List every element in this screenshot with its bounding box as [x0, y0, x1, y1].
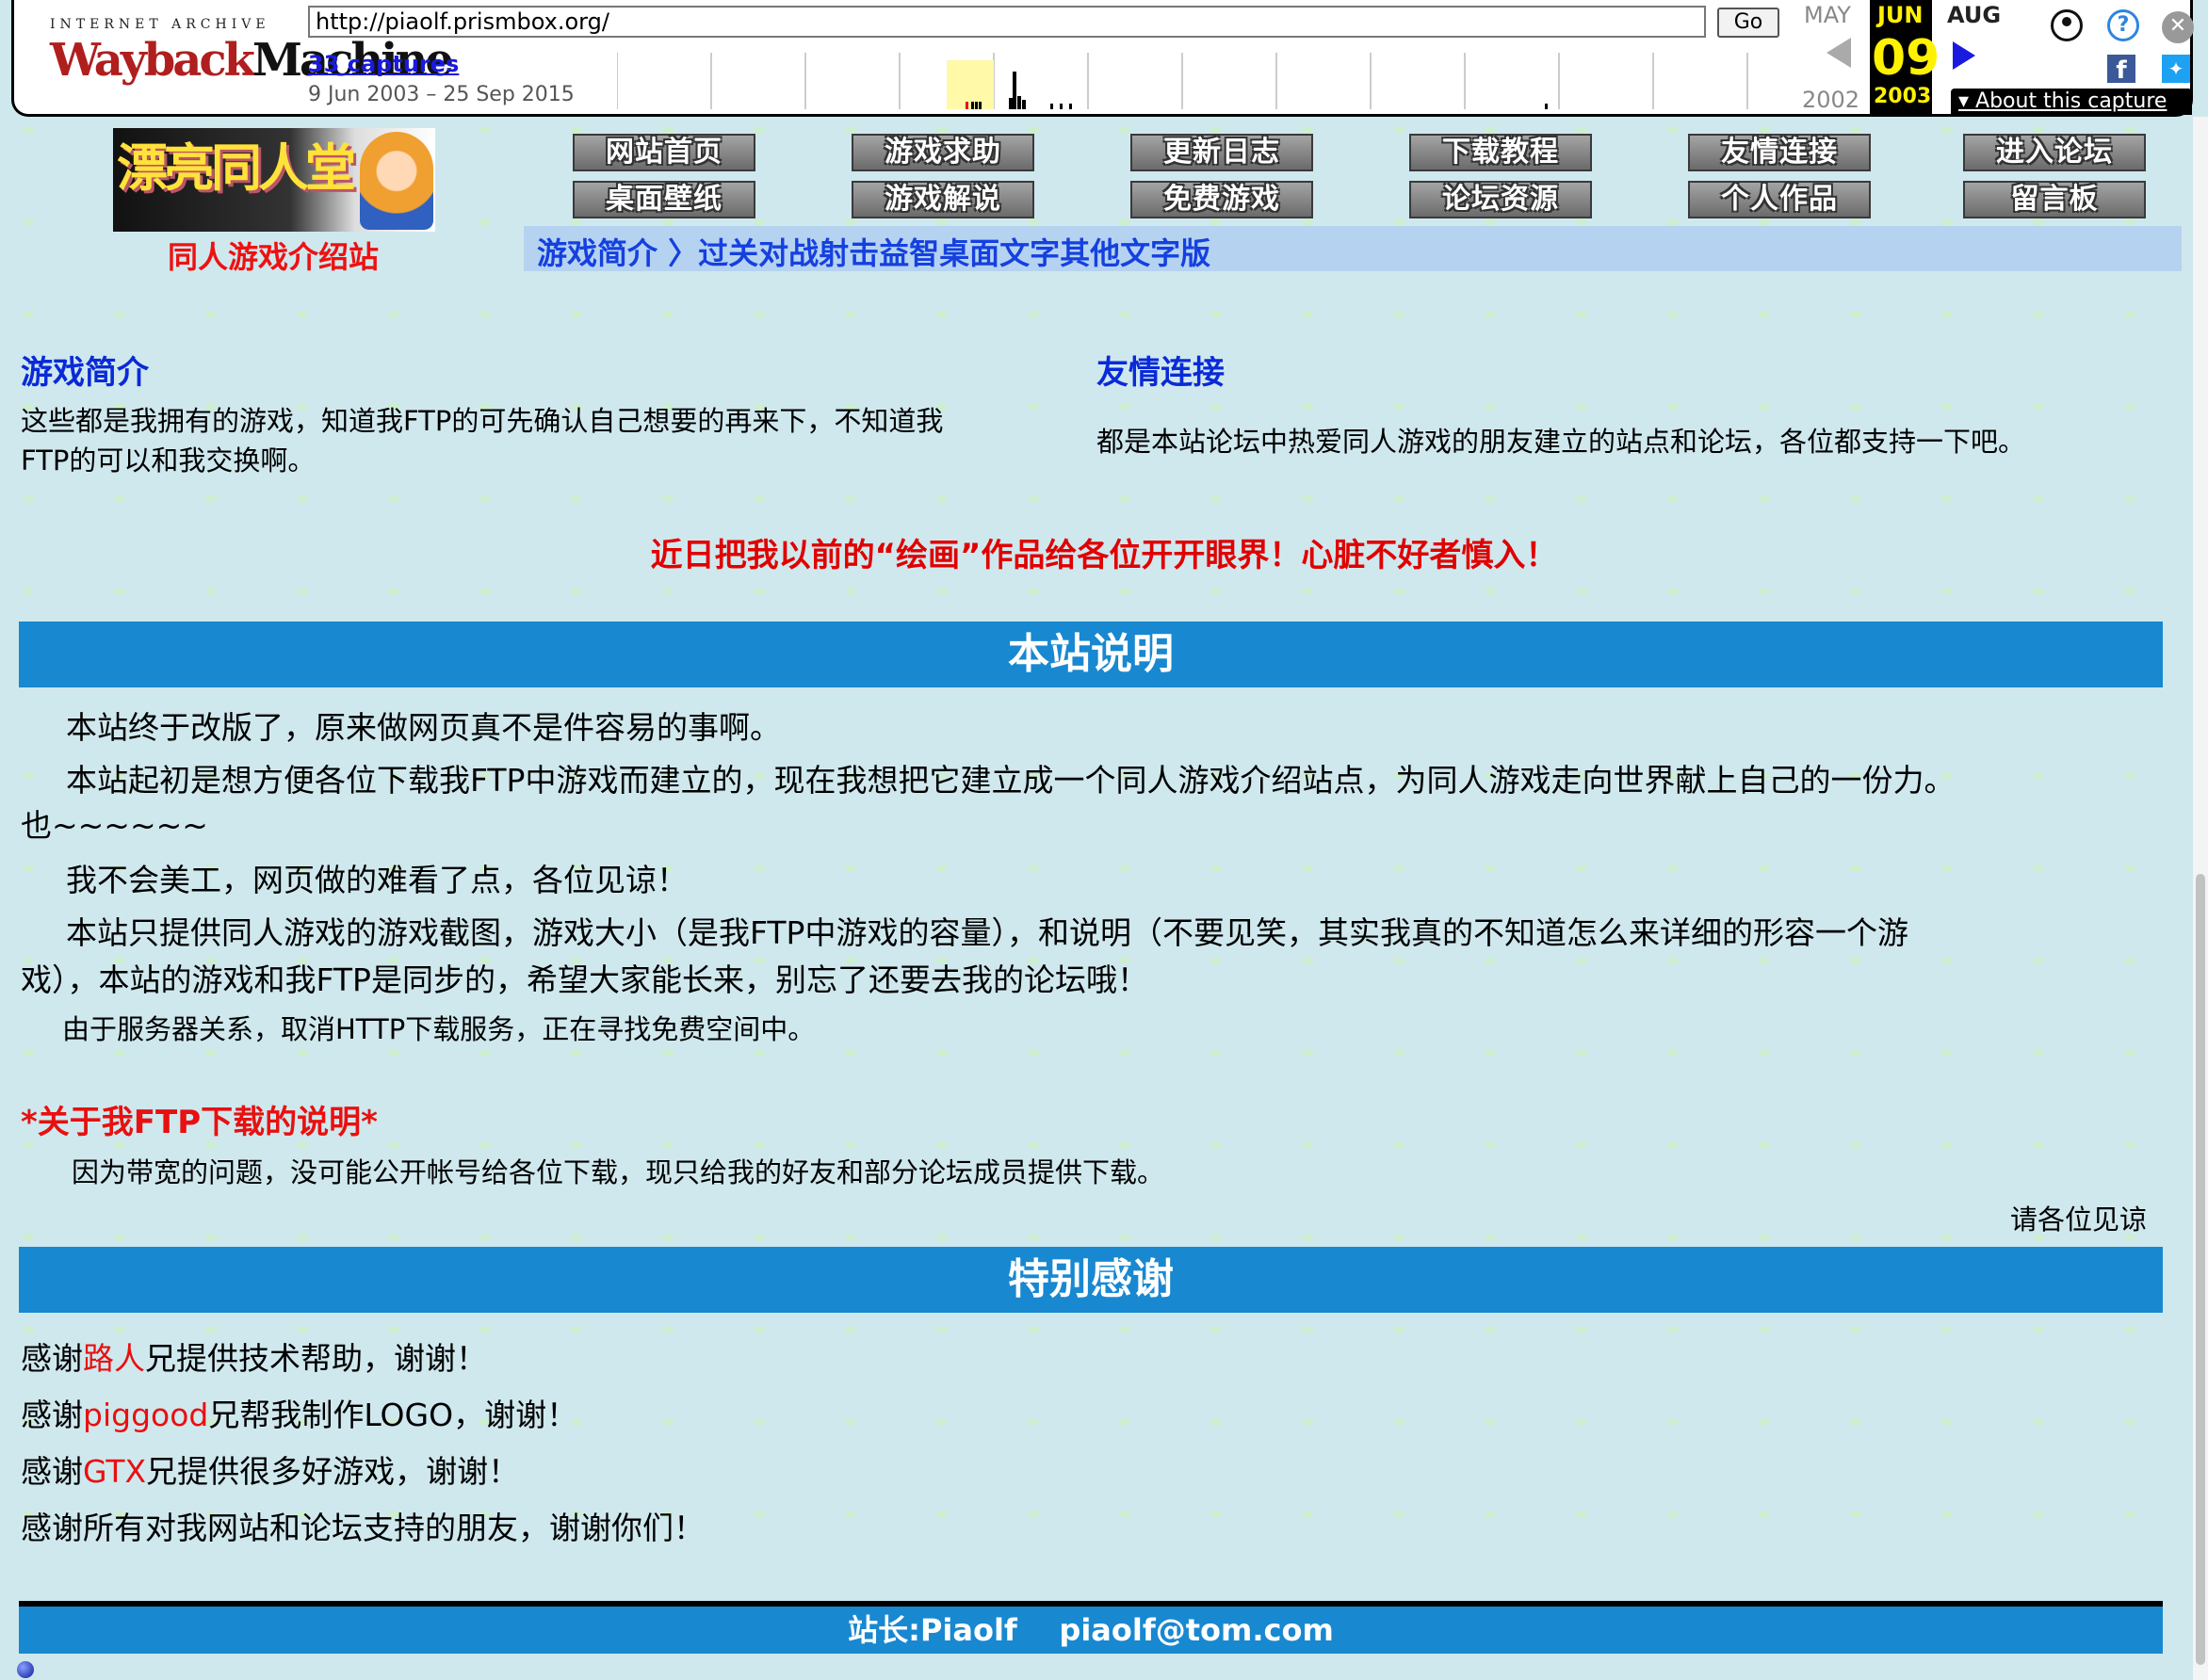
- nav-home-button[interactable]: 网站首页: [573, 134, 755, 171]
- games-intro-heading[interactable]: 游戏简介: [21, 347, 149, 393]
- prev-year-label[interactable]: 2002: [1802, 87, 1859, 113]
- about-capture-label: About this capture: [1975, 89, 2167, 113]
- friend-links-heading[interactable]: 友情连接: [1096, 347, 1225, 393]
- url-input[interactable]: http://piaolf.prismbox.org/: [308, 6, 1706, 38]
- about-paragraph-1: 本站终于改版了，原来做网页真不是件容易的事啊。: [66, 709, 781, 746]
- nav-download-tutorial-button[interactable]: 下载教程: [1409, 134, 1592, 171]
- prev-capture-arrow-icon[interactable]: [1826, 38, 1851, 68]
- site-logo-text: 漂亮同人堂: [117, 137, 356, 198]
- about-paragraph-5: 由于服务器关系，取消HTTP下载服务，正在寻找免费空间中。: [62, 1013, 816, 1045]
- about-paragraph-2a: 本站起初是想方便各位下载我FTP中游戏而建立的，现在我想把它建立成一个同人游戏介…: [66, 762, 1956, 799]
- about-paragraph-4a: 本站只提供同人游戏的游戏截图，游戏大小（是我FTP中游戏的容量），和说明（不要见…: [66, 914, 1908, 951]
- nav-free-games-button[interactable]: 免费游戏: [1130, 181, 1313, 218]
- captures-link[interactable]: 33 captures: [308, 51, 459, 77]
- category-links[interactable]: 游戏简介 〉过关对战射击益智桌面文字其他文字版: [537, 230, 1210, 273]
- thanks-suffix: 兄帮我制作LOGO，谢谢！: [208, 1397, 578, 1433]
- nav-enter-forum-button[interactable]: 进入论坛: [1963, 134, 2146, 171]
- nav-game-guide-button[interactable]: 游戏解说: [852, 181, 1034, 218]
- facebook-icon[interactable]: f: [2107, 55, 2135, 85]
- nav-wallpaper-button[interactable]: 桌面壁纸: [573, 181, 755, 218]
- user-icon[interactable]: [2051, 9, 2083, 41]
- thanks-name: 路人: [83, 1340, 145, 1377]
- next-capture-arrow-icon[interactable]: [1953, 41, 1975, 70]
- games-intro-text-1: 这些都是我拥有的游戏，知道我FTP的可先确认自己想要的再来下，不知道我: [21, 405, 944, 437]
- ftp-notice-sign: 请各位见谅: [2010, 1203, 2148, 1236]
- thanks-name: GTX: [83, 1453, 147, 1490]
- games-intro-text-2: FTP的可以和我交换啊。: [21, 444, 316, 477]
- wayback-logo-red: Wayback: [50, 34, 255, 87]
- nav-update-log-button[interactable]: 更新日志: [1130, 134, 1313, 171]
- friend-links-text: 都是本站论坛中热爱同人游戏的朋友建立的站点和论坛，各位都支持一下吧。: [1096, 426, 2026, 458]
- scrollbar-thumb[interactable]: [2196, 874, 2205, 1665]
- current-month-label: JUN: [1877, 2, 1924, 28]
- capture-sparkline[interactable]: [617, 53, 1785, 109]
- current-year: 2003: [1874, 85, 1932, 108]
- thanks-suffix: 兄提供技术帮助，谢谢！: [145, 1340, 487, 1377]
- help-icon[interactable]: ?: [2107, 9, 2139, 41]
- logo-character-image: [360, 132, 433, 230]
- thanks-line-3: 感谢GTX兄提供很多好游戏，谢谢！: [21, 1446, 519, 1492]
- footer-bullet-icon: [17, 1661, 34, 1678]
- thanks-line-1: 感谢路人兄提供技术帮助，谢谢！: [21, 1333, 487, 1379]
- footer-contact[interactable]: 站长:Piaolf piaolf@tom.com: [19, 1607, 2163, 1654]
- footer-text: 站长:Piaolf piaolf@tom.com: [848, 1612, 1334, 1648]
- about-paragraph-3: 我不会美工，网页做的难看了点，各位见谅！: [66, 862, 688, 898]
- thanks-prefix: 感谢: [21, 1340, 83, 1377]
- prev-month-label[interactable]: MAY: [1804, 2, 1851, 28]
- ftp-notice-text: 因为带宽的问题，没可能公开帐号给各位下载，现只给我的好友和部分论坛成员提供下载。: [72, 1156, 1165, 1188]
- capture-date-range: 9 Jun 2003 – 25 Sep 2015: [308, 83, 575, 106]
- thanks-prefix: 感谢: [21, 1453, 83, 1490]
- about-section-header: 本站说明: [19, 622, 2163, 687]
- about-capture-dropdown[interactable]: ▾ About this capture: [1951, 89, 2192, 115]
- thanks-prefix: 感谢: [21, 1397, 83, 1433]
- promo-notice[interactable]: 近日把我以前的“绘画”作品给各位开开眼界！心脏不好者慎入！: [0, 529, 2208, 575]
- close-icon[interactable]: ✕: [2162, 11, 2194, 43]
- wayback-toolbar: INTERNET ARCHIVE WaybackMachine http://p…: [11, 0, 2194, 117]
- nav-personal-works-button[interactable]: 个人作品: [1688, 181, 1871, 218]
- thanks-line-2: 感谢piggood兄帮我制作LOGO，谢谢！: [21, 1390, 577, 1435]
- thanks-suffix: 兄提供很多好游戏，谢谢！: [146, 1453, 520, 1490]
- site-subtitle: 同人游戏介绍站: [168, 239, 380, 275]
- twitter-icon[interactable]: ✦: [2162, 55, 2190, 83]
- nav-friend-links-button[interactable]: 友情连接: [1688, 134, 1871, 171]
- about-paragraph-2b: 也~~~~~~: [21, 807, 208, 844]
- nav-forum-resources-button[interactable]: 论坛资源: [1409, 181, 1592, 218]
- nav-game-help-button[interactable]: 游戏求助: [852, 134, 1034, 171]
- nav-guestbook-button[interactable]: 留言板: [1963, 181, 2146, 218]
- next-month-label[interactable]: AUG: [1947, 2, 2001, 28]
- current-day: 09: [1872, 30, 1940, 87]
- go-button[interactable]: Go: [1717, 8, 1779, 38]
- thanks-line-4: 感谢所有对我网站和论坛支持的朋友，谢谢你们！: [21, 1510, 705, 1546]
- ftp-notice-title: *关于我FTP下载的说明*: [21, 1104, 378, 1141]
- thanks-section-header: 特别感谢: [19, 1247, 2163, 1313]
- thanks-name: piggood: [83, 1397, 209, 1433]
- wayback-logo-caption: INTERNET ARCHIVE: [50, 17, 270, 32]
- about-paragraph-4b: 戏），本站的游戏和我FTP是同步的，希望大家能长来，别忘了还要去我的论坛哦！: [21, 961, 1148, 998]
